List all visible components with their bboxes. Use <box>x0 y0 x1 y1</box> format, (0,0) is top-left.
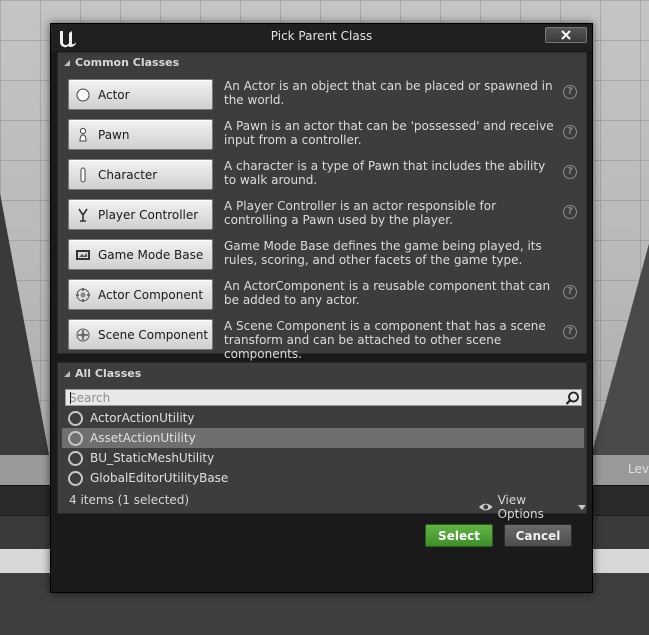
game-mode-icon <box>75 247 91 263</box>
class-row-character: Character A character is a type of Pawn … <box>68 159 584 191</box>
actor-component-button[interactable]: Actor Component <box>68 279 213 310</box>
viewport-mesh-right <box>590 240 649 460</box>
all-classes-panel: All Classes ActorActionUtility AssetActi… <box>57 362 587 521</box>
player-controller-button[interactable]: Player Controller <box>68 199 213 230</box>
help-icon[interactable]: ? <box>563 125 577 139</box>
scene-component-icon <box>75 327 91 343</box>
common-classes-title: Common Classes <box>75 56 180 69</box>
radio-button[interactable] <box>68 430 83 446</box>
view-options-button[interactable]: View Options <box>478 493 586 521</box>
radio-button[interactable] <box>68 470 83 486</box>
common-classes-panel: Common Classes Actor An Actor is an obje… <box>57 52 587 361</box>
close-button[interactable] <box>545 27 587 43</box>
character-button-label: Character <box>98 167 158 182</box>
list-item[interactable]: AssetActionUtility <box>62 428 584 448</box>
search-field[interactable] <box>65 389 582 406</box>
scene-component-button-label: Scene Component <box>98 327 209 342</box>
list-item-label: AssetActionUtility <box>90 431 196 445</box>
help-icon[interactable]: ? <box>563 285 577 299</box>
help-icon[interactable]: ? <box>563 205 577 219</box>
all-classes-title: All Classes <box>75 367 142 380</box>
pawn-button-label: Pawn <box>98 127 130 142</box>
class-row-actor-component: Actor Component An ActorComponent is a r… <box>68 279 584 311</box>
viewport-mesh-left <box>0 140 50 460</box>
actor-button-label: Actor <box>98 87 130 102</box>
search-icon[interactable] <box>565 391 580 406</box>
help-icon[interactable]: ? <box>563 85 577 99</box>
controller-icon <box>75 207 91 223</box>
scene-component-description: A Scene Component is a component that ha… <box>224 319 546 361</box>
collapse-arrow-icon <box>64 370 70 377</box>
list-item[interactable]: ActorActionUtility <box>62 408 584 428</box>
actor-component-button-label: Actor Component <box>98 287 204 302</box>
scene-component-button[interactable]: Scene Component <box>68 319 213 350</box>
class-row-scene-component: Scene Component A Scene Component is a c… <box>68 319 584 361</box>
player-controller-description: A Player Controller is an actor responsi… <box>224 199 497 227</box>
select-button[interactable]: Select <box>425 524 493 547</box>
game-mode-base-button[interactable]: Game Mode Base <box>68 239 213 270</box>
viewport-label: Lev <box>628 462 649 476</box>
help-icon[interactable]: ? <box>563 165 577 179</box>
class-row-game-mode-base: Game Mode Base Game Mode Base defines th… <box>68 239 584 271</box>
all-classes-header[interactable]: All Classes <box>64 365 141 382</box>
class-row-player-controller: Player Controller A Player Controller is… <box>68 199 584 231</box>
chevron-down-icon <box>578 504 586 510</box>
pawn-button[interactable]: Pawn <box>68 119 213 150</box>
dialog-titlebar[interactable]: Pick Parent Class <box>51 24 592 51</box>
radio-button[interactable] <box>68 410 83 426</box>
collapse-arrow-icon <box>64 59 70 66</box>
list-item-label: BU_StaticMeshUtility <box>90 451 215 465</box>
pick-parent-class-dialog: Pick Parent Class Common Classes Actor A… <box>50 23 593 593</box>
view-options-label: View Options <box>497 493 544 521</box>
common-classes-header[interactable]: Common Classes <box>64 54 179 71</box>
character-icon <box>75 167 91 183</box>
item-count-status: 4 items (1 selected) <box>69 493 190 507</box>
eye-icon <box>478 503 493 511</box>
search-input[interactable] <box>69 390 559 405</box>
actor-button[interactable]: Actor <box>68 79 213 110</box>
dialog-title: Pick Parent Class <box>270 29 373 43</box>
list-item-label: ActorActionUtility <box>90 411 195 425</box>
cancel-button[interactable]: Cancel <box>504 524 572 547</box>
actor-component-description: An ActorComponent is a reusable componen… <box>224 279 551 307</box>
actor-description: An Actor is an object that can be placed… <box>224 79 553 107</box>
game-mode-base-button-label: Game Mode Base <box>98 247 204 262</box>
help-icon[interactable]: ? <box>563 325 577 339</box>
class-row-pawn: Pawn A Pawn is an actor that can be 'pos… <box>68 119 584 151</box>
character-description: A character is a type of Pawn that inclu… <box>224 159 546 187</box>
pawn-description: A Pawn is an actor that can be 'possesse… <box>224 119 554 147</box>
player-controller-button-label: Player Controller <box>98 207 199 222</box>
radio-button[interactable] <box>68 450 83 466</box>
character-button[interactable]: Character <box>68 159 213 190</box>
sphere-icon <box>75 87 91 103</box>
class-row-actor: Actor An Actor is an object that can be … <box>68 79 584 111</box>
pawn-icon <box>75 127 91 143</box>
class-list: ActorActionUtility AssetActionUtility BU… <box>62 408 584 488</box>
close-icon <box>561 30 571 40</box>
text-caret <box>70 392 71 404</box>
list-item[interactable]: GlobalEditorUtilityBase <box>62 468 584 488</box>
component-icon <box>75 287 91 303</box>
list-item[interactable]: BU_StaticMeshUtility <box>62 448 584 468</box>
game-mode-base-description: Game Mode Base defines the game being pl… <box>224 239 542 267</box>
list-item-label: GlobalEditorUtilityBase <box>90 471 229 485</box>
